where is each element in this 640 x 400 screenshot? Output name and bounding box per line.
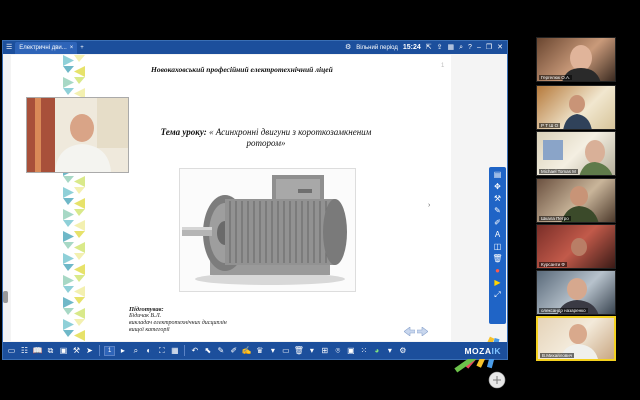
- photo-icon[interactable]: ▣: [345, 342, 356, 359]
- record-icon[interactable]: ●: [492, 265, 504, 276]
- slide-page-mark: 1: [441, 63, 445, 69]
- page-icon[interactable]: ▤: [492, 169, 504, 180]
- hammer-icon[interactable]: ⚒: [492, 193, 504, 204]
- brush-icon[interactable]: ✍: [241, 342, 252, 359]
- mozaik-logo: MOZAIK: [464, 345, 501, 356]
- participant-tile[interactable]: Шкала Петро: [536, 178, 616, 223]
- eraser-icon[interactable]: ◫: [492, 241, 504, 252]
- presenter-video: [26, 97, 129, 173]
- participant-name: Гергелюк О.А.: [539, 75, 573, 80]
- slide-arrow-icon: ›: [428, 202, 431, 209]
- next-slide-icon[interactable]: [417, 327, 428, 336]
- slide-navigation: [404, 327, 428, 336]
- mozaik-window: ☰ Електричні дви... × + ⚙ Вільний період…: [2, 40, 508, 389]
- help-icon[interactable]: ?: [468, 44, 472, 51]
- pointer-icon[interactable]: ➤: [84, 342, 95, 359]
- author-name: Бідичак В.Л.: [129, 313, 162, 319]
- author-category: вищої категорії: [129, 327, 170, 333]
- period-label: Вільний період: [356, 44, 398, 51]
- screen-icon[interactable]: ▭: [6, 342, 17, 359]
- grid-icon[interactable]: ⊞: [319, 342, 330, 359]
- play-icon[interactable]: ▶: [492, 277, 504, 288]
- grid-icon[interactable]: ▦: [447, 44, 454, 51]
- pen-icon[interactable]: ✎: [492, 205, 504, 216]
- add-tab-button[interactable]: +: [80, 45, 84, 51]
- text-icon[interactable]: A: [492, 229, 504, 240]
- participant-name: Michael Tomas M: [539, 169, 578, 174]
- participant-tile[interactable]: олександр назаренко: [536, 270, 616, 315]
- search-icon[interactable]: ⌕: [459, 44, 463, 51]
- shape-icon[interactable]: ▭: [280, 342, 291, 359]
- settings-icon[interactable]: ⚙: [345, 44, 351, 51]
- book-icon[interactable]: 📖: [32, 342, 43, 359]
- image-icon[interactable]: ▣: [58, 342, 69, 359]
- prepared-label: Підготував:: [129, 306, 164, 313]
- author-role: викладач електротехнічних дисциплін: [129, 320, 227, 326]
- tab-close-icon[interactable]: ×: [70, 45, 74, 51]
- menu-icon[interactable]: ☰: [6, 44, 12, 51]
- dropdown-icon[interactable]: ▾: [384, 342, 395, 359]
- toolbar-divider: [184, 345, 186, 356]
- pencils-decoration-icon: [454, 336, 506, 389]
- select-icon[interactable]: ⬉: [202, 342, 213, 359]
- crown-icon[interactable]: ♛: [254, 342, 265, 359]
- camera-icon[interactable]: ⌾: [332, 342, 343, 359]
- participant-tile[interactable]: Гергелюк О.А.: [536, 37, 616, 82]
- library-icon[interactable]: ☷: [19, 342, 30, 359]
- tools-icon[interactable]: ⚒: [71, 342, 82, 359]
- fullscreen-icon[interactable]: ⛶: [156, 342, 167, 359]
- layers-icon[interactable]: ⧉: [45, 342, 56, 359]
- participant-name: Шкала Петро: [539, 216, 571, 221]
- minimize-icon[interactable]: ‒: [477, 44, 481, 51]
- trash-icon[interactable]: 🗑: [293, 342, 304, 359]
- marker-icon[interactable]: ✐: [492, 217, 504, 228]
- trash-icon[interactable]: 🗑: [492, 253, 504, 264]
- participant-tile[interactable]: Michael Tomas M: [536, 131, 616, 176]
- slide-canvas[interactable]: Новокаховський професійний електротехніч…: [3, 54, 507, 389]
- cursor-icon[interactable]: ⇱: [426, 44, 432, 51]
- participant-name: В.Михайлович: [540, 353, 575, 358]
- topic-label: Тема уроку:: [160, 127, 207, 137]
- settings-icon[interactable]: ⚙: [397, 342, 408, 359]
- page-number-box[interactable]: 1: [104, 345, 116, 356]
- restore-icon[interactable]: ❐: [486, 44, 492, 51]
- panel-handle[interactable]: [3, 291, 8, 303]
- hide-icon[interactable]: ◐: [143, 342, 154, 359]
- prepared-by-block: Підготував: Бідичак В.Л. викладач електр…: [129, 306, 227, 334]
- move-icon[interactable]: ✥: [492, 181, 504, 192]
- dropdown-icon[interactable]: ▾: [306, 342, 317, 359]
- lyceum-title: Новокаховський професійний електротехніч…: [151, 65, 333, 74]
- apps-icon[interactable]: ⁙: [358, 342, 369, 359]
- next-page-icon[interactable]: ▸: [117, 342, 128, 359]
- pen-icon[interactable]: ✎: [215, 342, 226, 359]
- toolbar-divider: [99, 345, 100, 356]
- topic-text: « Асинхронні двигуни з короткозамкненим …: [206, 127, 372, 148]
- participant-name: Курсанти Ф: [539, 262, 567, 267]
- prev-slide-icon[interactable]: [404, 327, 415, 336]
- participant-name: Р Т Ш О: [539, 123, 561, 128]
- pie-chart-icon[interactable]: ◕: [371, 342, 382, 359]
- undo-icon[interactable]: ↶: [189, 342, 200, 359]
- close-icon[interactable]: ✕: [497, 44, 503, 51]
- participant-tile-active[interactable]: В.Михайлович: [536, 316, 616, 361]
- tab-label: Електричні дви...: [19, 44, 67, 51]
- bottom-toolbar: ▭ ☷ 📖 ⧉ ▣ ⚒ ➤ 1 ▸ ⌕ ◐ ⛶ ▦ ↶ ⬉ ✎ ✐ ✍ ♛ ▾ …: [3, 342, 507, 359]
- participant-tile[interactable]: Р Т Ш О: [536, 85, 616, 130]
- lesson-topic: Тема уроку: « Асинхронні двигуни з корот…: [151, 127, 381, 149]
- zoom-icon[interactable]: ⌕: [130, 342, 141, 359]
- share-icon[interactable]: ⇪: [437, 44, 443, 51]
- marker-icon[interactable]: ✐: [228, 342, 239, 359]
- dropdown-icon[interactable]: ▾: [267, 342, 278, 359]
- participant-name: олександр назаренко: [539, 308, 588, 313]
- clock: 15:24: [402, 44, 421, 51]
- gallery-icon[interactable]: ▦: [169, 342, 180, 359]
- title-bar: ☰ Електричні дви... × + ⚙ Вільний період…: [3, 41, 507, 54]
- electric-motor-image: [179, 168, 356, 292]
- expand-icon[interactable]: ⤢: [492, 289, 504, 300]
- side-toolbar: ▤ ✥ ⚒ ✎ ✐ A ◫ 🗑 ● ▶ ⤢: [489, 167, 506, 324]
- participant-tile[interactable]: Курсанти Ф: [536, 224, 616, 269]
- tab-electric-motors[interactable]: Електричні дви... ×: [15, 41, 78, 54]
